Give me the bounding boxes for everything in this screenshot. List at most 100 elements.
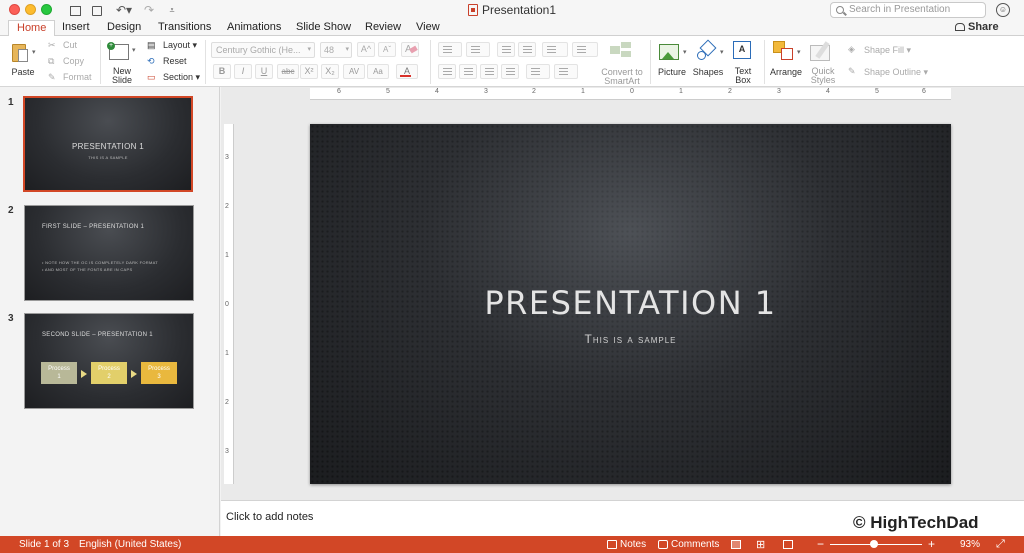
- shapes-button[interactable]: Shapes: [690, 67, 726, 77]
- new-slide-icon[interactable]: +: [107, 41, 130, 63]
- shape-fill-icon: ◈: [848, 44, 855, 54]
- copy-button[interactable]: Copy: [63, 56, 84, 66]
- justify-button[interactable]: [501, 64, 519, 79]
- shape-fill-button[interactable]: Shape Fill ▾: [864, 45, 911, 56]
- new-slide-dropdown-icon[interactable]: ▾: [132, 46, 136, 54]
- font-size-select[interactable]: 48 ▾: [320, 42, 352, 58]
- superscript-button[interactable]: X²: [300, 64, 318, 79]
- zoom-in-button[interactable]: +: [928, 537, 935, 551]
- process-box: Process 3: [141, 362, 177, 384]
- shapes-dropdown-icon[interactable]: ▾: [720, 48, 724, 56]
- reading-view-icon[interactable]: [783, 540, 793, 549]
- comments-button[interactable]: Comments: [671, 539, 719, 550]
- format-painter-button[interactable]: Format: [63, 72, 92, 82]
- tab-view[interactable]: View: [408, 20, 448, 36]
- smartart-icon[interactable]: [610, 42, 632, 62]
- arrange-dropdown-icon[interactable]: ▾: [797, 48, 801, 56]
- tab-insert[interactable]: Insert: [54, 20, 98, 36]
- line-spacing-button[interactable]: [542, 42, 568, 57]
- arrange-icon[interactable]: [773, 41, 797, 63]
- grow-font-button[interactable]: A^: [357, 42, 375, 57]
- character-spacing-button[interactable]: AV: [343, 64, 365, 79]
- slide-number: 2: [8, 205, 14, 216]
- slide-thumbnail-3[interactable]: SECOND SLIDE – PRESENTATION 1 Process 1 P…: [24, 313, 194, 409]
- change-case-button[interactable]: Aa: [367, 64, 389, 79]
- subscript-button[interactable]: X₂: [321, 64, 339, 79]
- ruler-label: 2: [728, 88, 732, 95]
- feedback-smiley-icon[interactable]: ☺: [996, 3, 1010, 17]
- tab-slide-show[interactable]: Slide Show: [288, 20, 359, 36]
- notes-button[interactable]: Notes: [620, 539, 646, 550]
- picture-button[interactable]: Picture: [654, 67, 690, 77]
- tab-animations[interactable]: Animations: [219, 20, 289, 36]
- tab-design[interactable]: Design: [99, 20, 149, 36]
- picture-icon[interactable]: [659, 42, 681, 62]
- zoom-out-button[interactable]: −: [817, 537, 824, 551]
- section-icon: ▭: [147, 72, 156, 82]
- cut-button[interactable]: Cut: [63, 40, 77, 50]
- fit-to-window-icon[interactable]: ⤢: [996, 538, 1005, 551]
- quick-styles-button[interactable]: Quick Styles: [805, 67, 841, 85]
- paste-dropdown-icon[interactable]: ▾: [32, 48, 36, 56]
- paste-icon[interactable]: [10, 42, 30, 64]
- slide-thumbnail-1[interactable]: PRESENTATION 1 THIS IS A SAMPLE: [23, 96, 193, 192]
- text-direction-button[interactable]: [526, 64, 550, 79]
- clear-formatting-icon[interactable]: A: [401, 42, 419, 57]
- thumb-title: SECOND SLIDE – PRESENTATION 1: [42, 332, 153, 338]
- quick-styles-icon[interactable]: [810, 41, 836, 63]
- layout-button[interactable]: Layout ▾: [163, 40, 197, 51]
- slide-thumbnail-2[interactable]: FIRST SLIDE – PRESENTATION 1 • NOTE HOW …: [24, 205, 194, 301]
- zoom-level[interactable]: 93%: [960, 539, 980, 550]
- italic-button[interactable]: I: [234, 64, 252, 79]
- bullets-button[interactable]: [438, 42, 462, 57]
- slide-title[interactable]: PRESENTATION 1: [310, 284, 951, 322]
- align-right-button[interactable]: [480, 64, 498, 79]
- new-slide-button[interactable]: New Slide: [106, 67, 138, 85]
- text-box-icon[interactable]: A: [733, 41, 753, 61]
- ruler-label: 3: [225, 448, 229, 455]
- ruler-label: 1: [225, 350, 229, 357]
- text-box-button[interactable]: Text Box: [727, 67, 759, 85]
- columns-button[interactable]: [572, 42, 598, 57]
- shape-outline-icon: ✎: [848, 66, 856, 76]
- decrease-indent-button[interactable]: [497, 42, 515, 57]
- notes-placeholder[interactable]: Click to add notes: [226, 511, 313, 523]
- arrange-button[interactable]: Arrange: [766, 67, 806, 77]
- zoom-slider-handle[interactable]: [870, 540, 878, 548]
- shrink-font-button[interactable]: Aˇ: [378, 42, 396, 57]
- language-indicator[interactable]: English (United States): [79, 539, 181, 550]
- shapes-icon[interactable]: [696, 39, 720, 63]
- bold-button[interactable]: B: [213, 64, 231, 79]
- paste-button[interactable]: Paste: [8, 67, 38, 77]
- align-center-button[interactable]: [459, 64, 477, 79]
- vertical-ruler[interactable]: 3 2 1 0 1 2 3: [224, 124, 234, 484]
- ruler-label: 5: [386, 88, 390, 95]
- tab-review[interactable]: Review: [357, 20, 409, 36]
- picture-dropdown-icon[interactable]: ▾: [683, 48, 687, 56]
- underline-button[interactable]: U: [255, 64, 273, 79]
- slide-subtitle[interactable]: This is a sample: [310, 332, 951, 346]
- font-color-button[interactable]: A: [396, 64, 418, 79]
- align-text-button[interactable]: [554, 64, 578, 79]
- process-arrow-icon: [131, 370, 137, 378]
- normal-view-icon[interactable]: [731, 540, 741, 549]
- tab-transitions[interactable]: Transitions: [150, 20, 219, 36]
- section-button[interactable]: Section ▾: [163, 72, 200, 83]
- slide-sorter-icon[interactable]: ⊞: [756, 538, 765, 551]
- share-button[interactable]: Share: [955, 21, 999, 33]
- shape-outline-button[interactable]: Shape Outline ▾: [864, 67, 928, 78]
- process-box: Process 2: [91, 362, 127, 384]
- reset-button[interactable]: Reset: [163, 56, 187, 66]
- strikethrough-button[interactable]: abc: [277, 64, 299, 79]
- align-left-button[interactable]: [438, 64, 456, 79]
- cut-icon: ✂: [48, 40, 56, 50]
- tab-home[interactable]: Home: [8, 20, 56, 37]
- current-slide-canvas[interactable]: PRESENTATION 1 This is a sample: [310, 124, 951, 484]
- font-name-select[interactable]: Century Gothic (He... ▾: [211, 42, 315, 58]
- search-input[interactable]: Search in Presentation: [830, 2, 986, 18]
- process-arrow-icon: [81, 370, 87, 378]
- increase-indent-button[interactable]: [518, 42, 536, 57]
- horizontal-ruler[interactable]: 6 5 4 3 2 1 0 1 2 3 4 5 6: [310, 88, 951, 100]
- convert-to-smartart-button[interactable]: Convert to SmartArt: [598, 68, 646, 86]
- numbering-button[interactable]: [466, 42, 490, 57]
